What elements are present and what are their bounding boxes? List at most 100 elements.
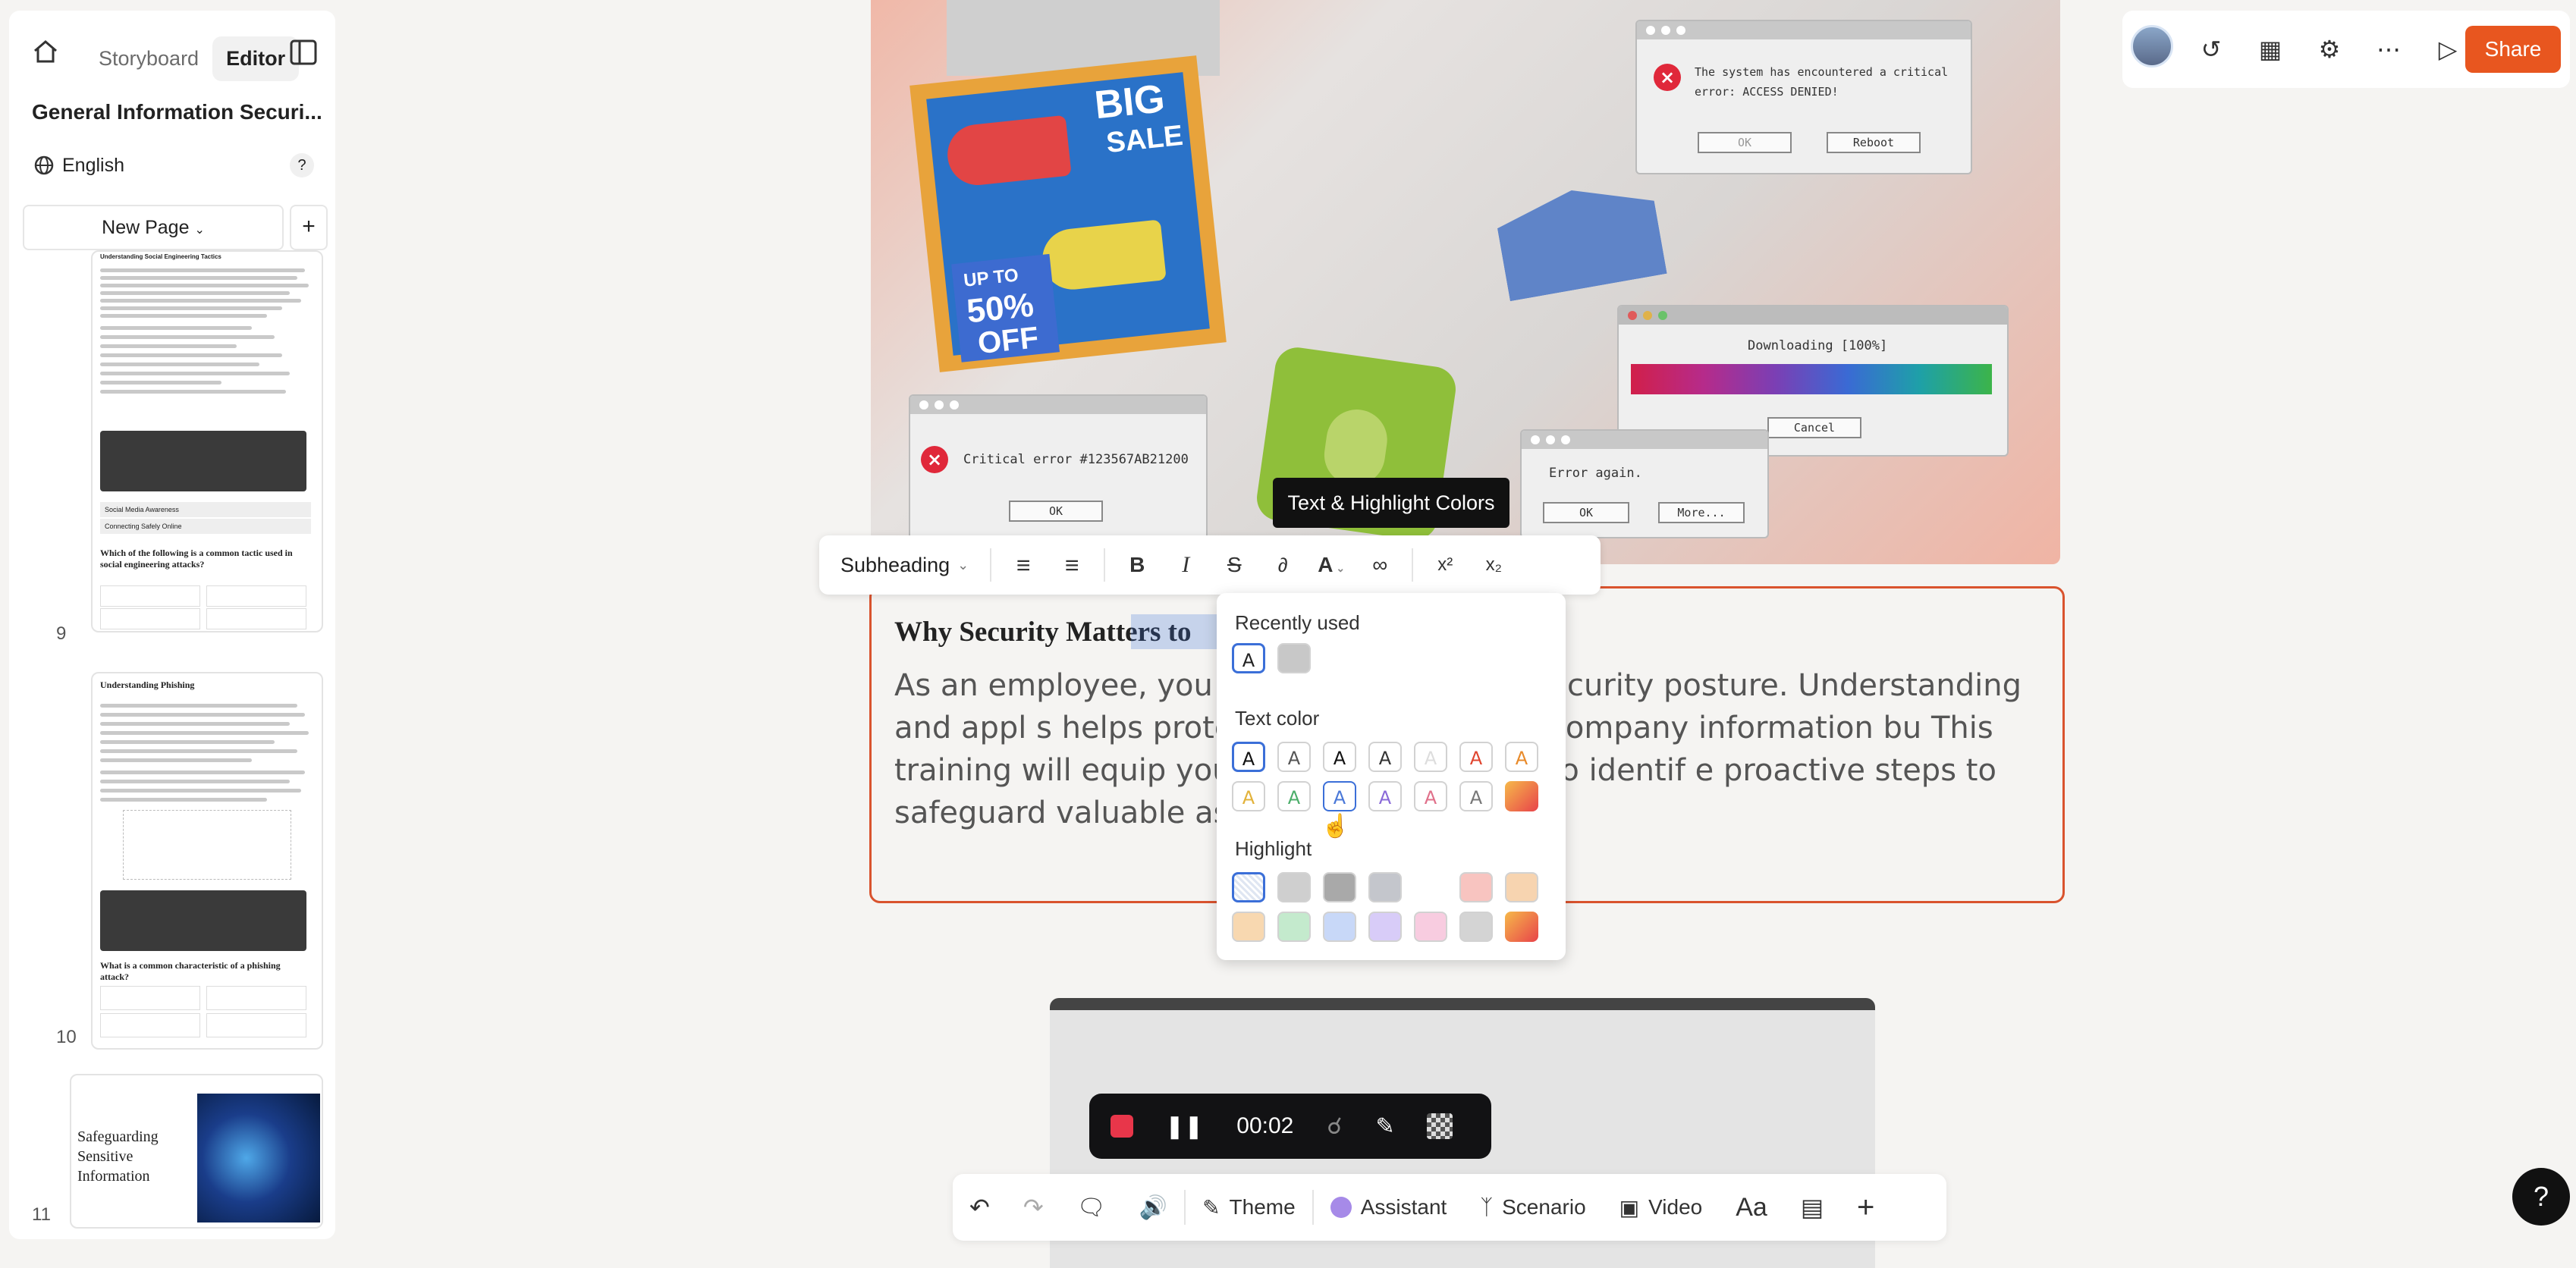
ok-button: OK	[1698, 132, 1792, 153]
highlight-swatch[interactable]	[1323, 872, 1356, 902]
thumb-question: Which of the following is a common tacti…	[100, 548, 293, 570]
subscript-icon[interactable]: x₂	[1469, 554, 1518, 576]
text-color-swatch[interactable]	[1505, 781, 1538, 811]
text-color-swatch[interactable]: A	[1277, 781, 1311, 811]
help-icon[interactable]: ?	[290, 153, 314, 177]
stop-recording-button[interactable]	[1111, 1115, 1133, 1138]
page-thumbnail-9[interactable]: Understanding Social Engineering Tactics…	[91, 250, 323, 632]
comment-icon[interactable]: 🗨	[1060, 1194, 1123, 1221]
assistant-button[interactable]: Assistant	[1314, 1195, 1464, 1219]
text-color-swatch[interactable]: A	[1459, 781, 1493, 811]
error-again-text: Error again.	[1549, 466, 1642, 481]
home-icon[interactable]	[30, 36, 61, 67]
undo-icon[interactable]: ↶	[953, 1193, 1007, 1222]
sale-poster: BIG SALE UP TO 50% OFF	[909, 55, 1227, 372]
highlight-swatch[interactable]	[1277, 912, 1311, 942]
highlight-swatch[interactable]	[1459, 912, 1493, 942]
typography-button[interactable]: Aa	[1719, 1193, 1784, 1222]
text-color-swatch[interactable]: A	[1505, 742, 1538, 772]
text-color-swatch[interactable]: A	[1368, 742, 1402, 772]
numbered-list-icon[interactable]: ≡	[1048, 551, 1096, 579]
text-color-swatch[interactable]: A	[1414, 742, 1447, 772]
brush-icon: ✎	[1202, 1195, 1220, 1219]
sidebar-toggle-icon[interactable]	[290, 39, 317, 69]
page-thumbnail-11[interactable]: Safeguarding Sensitive Information	[70, 1074, 323, 1229]
video-button[interactable]: ▣ Video	[1603, 1195, 1720, 1220]
text-color-swatch[interactable]: A	[1459, 742, 1493, 772]
formula-icon[interactable]: ∂	[1258, 554, 1307, 577]
highlight-swatch[interactable]	[1277, 872, 1311, 902]
bold-icon[interactable]: B	[1113, 553, 1161, 577]
recent-color-swatch[interactable]	[1277, 643, 1311, 673]
italic-icon[interactable]: I	[1161, 552, 1210, 578]
text-selection-highlight	[1131, 614, 1222, 649]
pause-icon[interactable]: ❚❚	[1165, 1113, 1203, 1140]
theme-button[interactable]: ✎ Theme	[1186, 1195, 1312, 1220]
pen-icon[interactable]: ✎	[1376, 1113, 1395, 1140]
highlight-swatch[interactable]	[1368, 872, 1402, 902]
top-right-toolbar: ↺ ▦ ⚙ ⋯ ▷ Share	[2122, 11, 2570, 88]
thumb-question: What is a common characteristic of a phi…	[100, 960, 281, 982]
recent-color-swatch[interactable]: A	[1232, 643, 1265, 673]
language-label[interactable]: English	[62, 155, 124, 177]
highlight-swatch[interactable]	[1368, 912, 1402, 942]
blur-icon[interactable]	[1426, 1113, 1453, 1139]
thumb-title: Understanding Phishing	[100, 680, 195, 690]
page-thumbnail-10[interactable]: Understanding Phishing What is a common …	[91, 672, 323, 1050]
highlight-swatch[interactable]	[1232, 912, 1265, 942]
scenario-button[interactable]: ᛉ Scenario	[1463, 1195, 1602, 1219]
text-color-swatch[interactable]: A	[1323, 742, 1356, 772]
highlight-swatch[interactable]	[1232, 872, 1265, 902]
link-icon[interactable]: ∞	[1356, 553, 1404, 577]
new-page-label: New Page	[102, 217, 190, 238]
tab-editor[interactable]: Editor	[212, 36, 300, 81]
avatar[interactable]	[2122, 25, 2182, 74]
more-button: More...	[1658, 502, 1745, 523]
highlight-swatch[interactable]	[1414, 872, 1447, 902]
more-icon[interactable]: ⋯	[2359, 35, 2418, 64]
audio-icon[interactable]: 🔊	[1123, 1194, 1184, 1221]
text-color-swatch[interactable]: A	[1277, 742, 1311, 772]
highlight-swatch[interactable]	[1459, 872, 1493, 902]
history-icon[interactable]: ↺	[2182, 35, 2241, 64]
envelope-illustration	[1493, 177, 1667, 301]
ok-button: OK	[1009, 501, 1103, 522]
text-color-swatch[interactable]: A	[1323, 781, 1356, 811]
highlight-swatch[interactable]	[1323, 912, 1356, 942]
recording-timer: 00:02	[1236, 1113, 1294, 1138]
text-style-label: Subheading	[840, 553, 950, 576]
recently-used-label: Recently used	[1235, 611, 1360, 634]
recording-bar: ❚❚ 00:02 ☌ ✎	[1089, 1094, 1491, 1159]
toolbar-tooltip: Text & Highlight Colors	[1273, 478, 1509, 528]
video-label: Video	[1648, 1195, 1703, 1219]
text-style-dropdown[interactable]: Subheading ⌄	[819, 554, 990, 577]
critical-error-window: × The system has encountered a critical …	[1635, 20, 1972, 174]
mic-muted-icon[interactable]: ☌	[1327, 1113, 1342, 1140]
superscript-icon[interactable]: x²	[1421, 554, 1469, 576]
bullet-list-icon[interactable]: ≡	[999, 551, 1048, 579]
strikethrough-icon[interactable]: S	[1210, 553, 1258, 577]
video-icon: ▣	[1619, 1195, 1640, 1219]
add-page-button[interactable]: +	[290, 205, 328, 250]
tab-storyboard[interactable]: Storyboard	[85, 36, 212, 81]
settings-icon[interactable]: ⚙	[2300, 35, 2359, 64]
help-button[interactable]: ?	[2512, 1168, 2570, 1226]
text-color-swatch[interactable]: A	[1232, 742, 1265, 772]
new-page-button[interactable]: New Page ⌄	[23, 205, 284, 250]
thumb-title: Safeguarding Sensitive Information	[77, 1128, 159, 1185]
redo-icon[interactable]: ↷	[1007, 1193, 1060, 1222]
text-color-swatch[interactable]: A	[1232, 781, 1265, 811]
highlight-swatch[interactable]	[1505, 912, 1538, 942]
course-title[interactable]: General Information Securi...	[32, 100, 322, 124]
download-status: Downloading [100%]	[1748, 338, 1888, 353]
text-color-icon[interactable]: A ⌄	[1307, 553, 1356, 577]
share-button[interactable]: Share	[2465, 26, 2561, 73]
add-block-button[interactable]: +	[1840, 1191, 1891, 1225]
analytics-icon[interactable]: ▦	[2241, 35, 2300, 64]
text-color-swatch[interactable]: A	[1368, 781, 1402, 811]
image-icon[interactable]: ▤	[1784, 1193, 1840, 1222]
error-code-window: × Critical error #123567AB21200 OK	[909, 394, 1208, 546]
text-color-swatch[interactable]: A	[1414, 781, 1447, 811]
highlight-swatch[interactable]	[1414, 912, 1447, 942]
highlight-swatch[interactable]	[1505, 872, 1538, 902]
